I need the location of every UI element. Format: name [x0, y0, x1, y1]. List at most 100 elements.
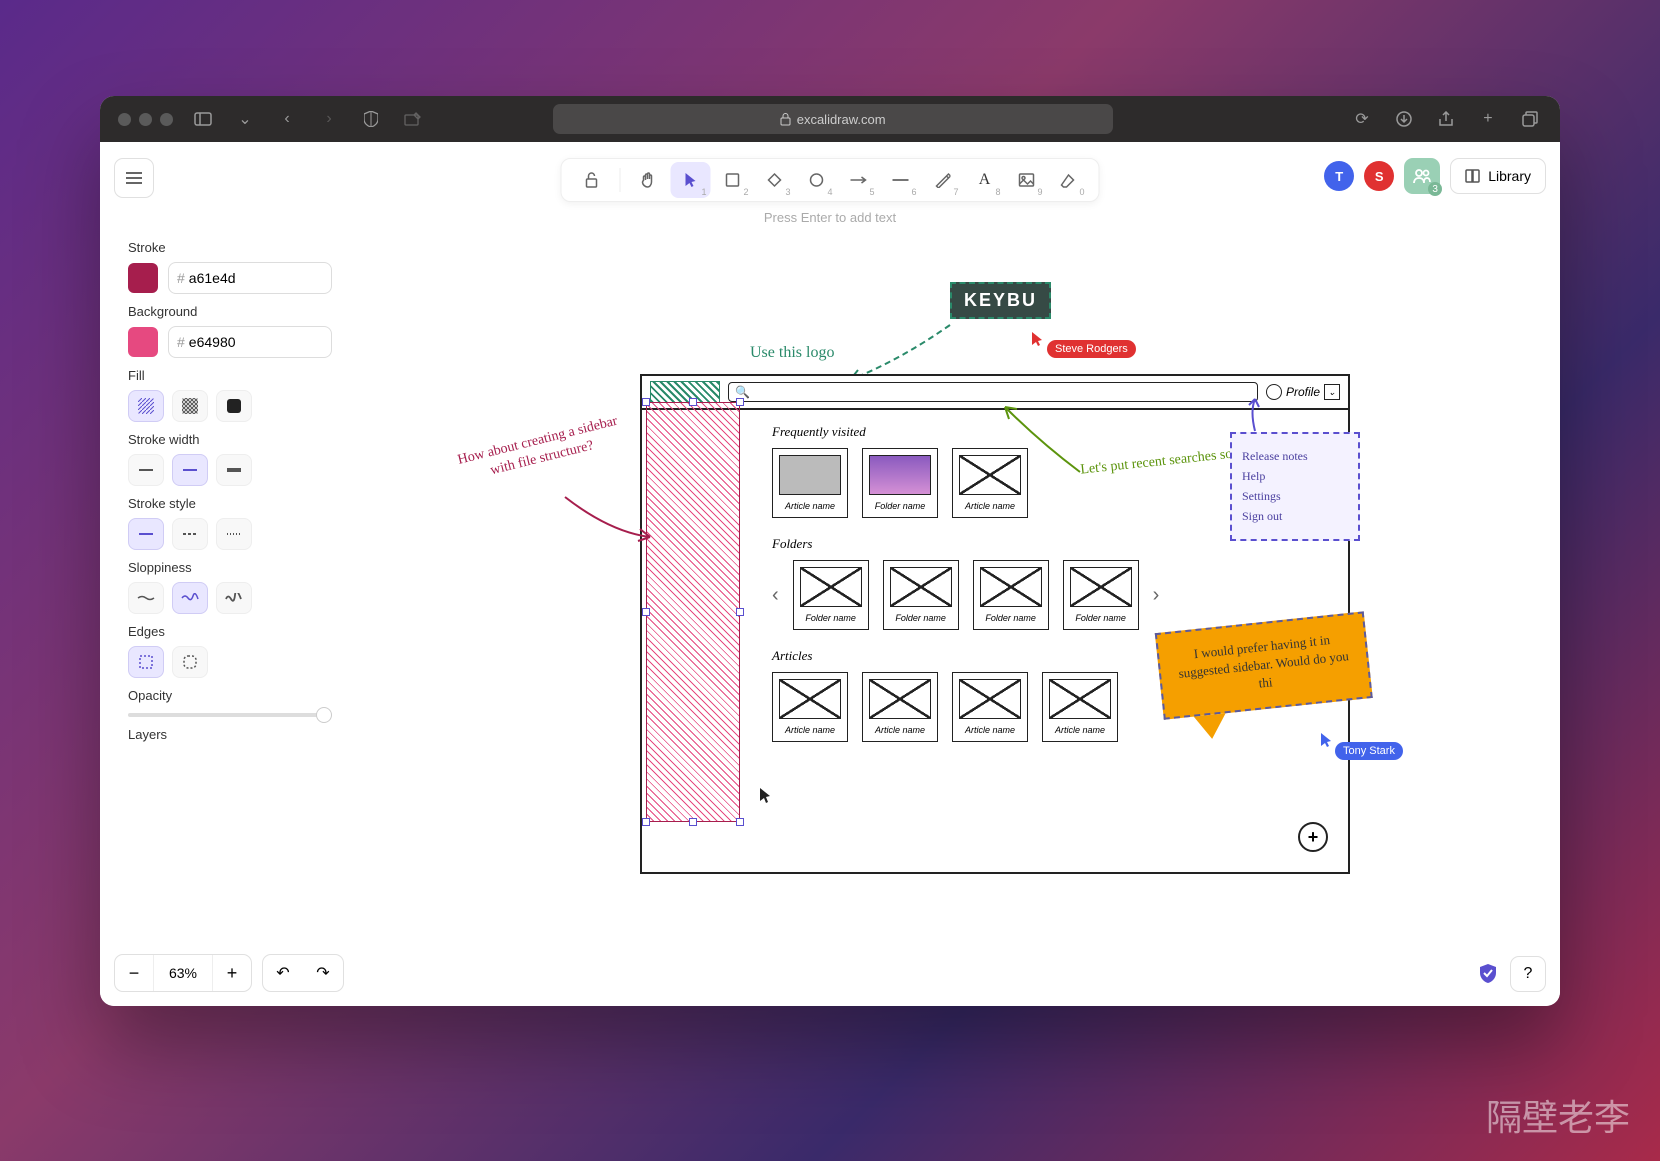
wf-card: Article name [772, 448, 848, 518]
wf-logo-slot [650, 381, 720, 403]
wf-card: Article name [772, 672, 848, 742]
tool-text[interactable]: A8 [965, 162, 1005, 198]
search-arrow [1000, 402, 1090, 482]
window-controls[interactable] [118, 113, 173, 126]
chevron-down-icon[interactable]: ⌄ [233, 107, 257, 131]
download-icon[interactable] [1392, 107, 1416, 131]
top-right-controls: T S 3 Library [1324, 158, 1546, 194]
plus-icon[interactable]: + [1476, 107, 1500, 131]
stroke-width-label: Stroke width [128, 432, 332, 447]
undo-button[interactable]: ↶ [263, 955, 303, 991]
wf-add-button: + [1298, 822, 1328, 852]
collaborator-cursor-blue [1320, 732, 1334, 748]
fill-cross[interactable] [172, 390, 208, 422]
zoom-value[interactable]: 63% [153, 955, 213, 991]
redo-button[interactable]: ↷ [303, 955, 343, 991]
slop-cartoonist[interactable] [216, 582, 252, 614]
style-dotted[interactable] [216, 518, 252, 550]
sloppiness-label: Sloppiness [128, 560, 332, 575]
edges-round[interactable] [172, 646, 208, 678]
collaborator-label-blue: Tony Stark [1335, 742, 1403, 760]
tool-diamond[interactable]: 3 [755, 162, 795, 198]
tool-select[interactable]: 1 [671, 162, 711, 198]
logo-element[interactable]: KEYBU [950, 282, 1051, 319]
tabs-icon[interactable] [1518, 107, 1542, 131]
collaborator-label-red: Steve Rodgers [1047, 340, 1136, 358]
edges-sharp[interactable] [128, 646, 164, 678]
edges-label: Edges [128, 624, 332, 639]
slop-artist[interactable] [172, 582, 208, 614]
wf-card: Folder name [1063, 560, 1139, 630]
profile-arrow [1240, 396, 1270, 436]
tool-hand[interactable] [629, 162, 669, 198]
watermark: 隔壁老李 [1486, 1089, 1630, 1141]
width-med[interactable] [172, 454, 208, 486]
fill-solid[interactable] [216, 390, 252, 422]
style-dashed[interactable] [172, 518, 208, 550]
width-thin[interactable] [128, 454, 164, 486]
wf-card: Folder name [793, 560, 869, 630]
tool-line[interactable]: 6 [881, 162, 921, 198]
collaborator-avatar[interactable]: S [1364, 161, 1394, 191]
fill-hachure[interactable] [128, 390, 164, 422]
tool-eraser[interactable]: 0 [1049, 162, 1089, 198]
collaborator-cursor-red [1031, 331, 1045, 347]
user-cursor-icon [759, 787, 773, 805]
bottom-right-controls: ? [1478, 956, 1546, 992]
library-label: Library [1488, 168, 1531, 184]
tool-lock[interactable] [572, 162, 612, 198]
sidebar-arrow [560, 492, 660, 552]
share-count-badge: 3 [1428, 182, 1442, 196]
logo-annotation: Use this logo [750, 344, 834, 362]
opacity-label: Opacity [128, 688, 332, 703]
stroke-label: Stroke [128, 240, 332, 255]
opacity-slider[interactable] [128, 713, 332, 717]
sidebar-annotation: How about creating a sidebar with file s… [448, 411, 631, 490]
bottom-left-controls: − 63% + ↶ ↷ [114, 954, 344, 992]
background-swatch[interactable] [128, 327, 158, 357]
browser-titlebar: ⌄ ‹ › excalidraw.com ⟳ + [100, 96, 1560, 142]
share-button[interactable]: 3 [1404, 158, 1440, 194]
tool-rectangle[interactable]: 2 [713, 162, 753, 198]
zoom-out-button[interactable]: − [115, 955, 153, 991]
wf-card: Article name [952, 672, 1028, 742]
collaborator-avatar[interactable]: T [1324, 161, 1354, 191]
browser-window: ⌄ ‹ › excalidraw.com ⟳ + 1 2 3 4 5 [100, 96, 1560, 1006]
compose-icon[interactable] [401, 107, 425, 131]
library-button[interactable]: Library [1450, 158, 1546, 194]
wf-card: Article name [1042, 672, 1118, 742]
canvas[interactable]: KEYBU Use this logo Steve Rodgers 🔍 Prof… [360, 242, 1540, 946]
stroke-swatch[interactable] [128, 263, 158, 293]
people-icon [1413, 168, 1431, 184]
forward-icon[interactable]: › [317, 107, 341, 131]
sticky-note[interactable]: I would prefer having it in suggested si… [1155, 611, 1375, 743]
stroke-hex-input[interactable]: #a61e4d [168, 262, 332, 294]
help-button[interactable]: ? [1510, 956, 1546, 992]
shield-check-icon[interactable] [1478, 963, 1498, 985]
tool-draw[interactable]: 7 [923, 162, 963, 198]
share-icon[interactable] [1434, 107, 1458, 131]
back-icon[interactable]: ‹ [275, 107, 299, 131]
selected-rectangle[interactable] [646, 402, 740, 822]
book-icon [1465, 169, 1481, 183]
shield-icon[interactable] [359, 107, 383, 131]
wf-profile: Profile ⌄ [1266, 384, 1340, 400]
slop-architect[interactable] [128, 582, 164, 614]
background-hex-input[interactable]: #e64980 [168, 326, 332, 358]
reload-icon[interactable]: ⟳ [1350, 107, 1374, 131]
excalidraw-app: 1 2 3 4 5 6 7 A8 9 0 Press Enter to add … [100, 142, 1560, 1006]
tool-arrow[interactable]: 5 [839, 162, 879, 198]
properties-panel: Stroke #a61e4d Background #e64980 Fill S… [114, 216, 346, 856]
zoom-in-button[interactable]: + [213, 955, 251, 991]
width-thick[interactable] [216, 454, 252, 486]
wf-card: Folder name [883, 560, 959, 630]
url-text: excalidraw.com [797, 112, 886, 127]
tool-ellipse[interactable]: 4 [797, 162, 837, 198]
main-toolbar: 1 2 3 4 5 6 7 A8 9 0 [561, 158, 1100, 202]
style-solid[interactable] [128, 518, 164, 550]
hamburger-menu[interactable] [114, 158, 154, 198]
tool-image[interactable]: 9 [1007, 162, 1047, 198]
address-bar[interactable]: excalidraw.com [553, 104, 1113, 134]
lock-icon [780, 113, 791, 126]
sidebar-toggle-icon[interactable] [191, 107, 215, 131]
